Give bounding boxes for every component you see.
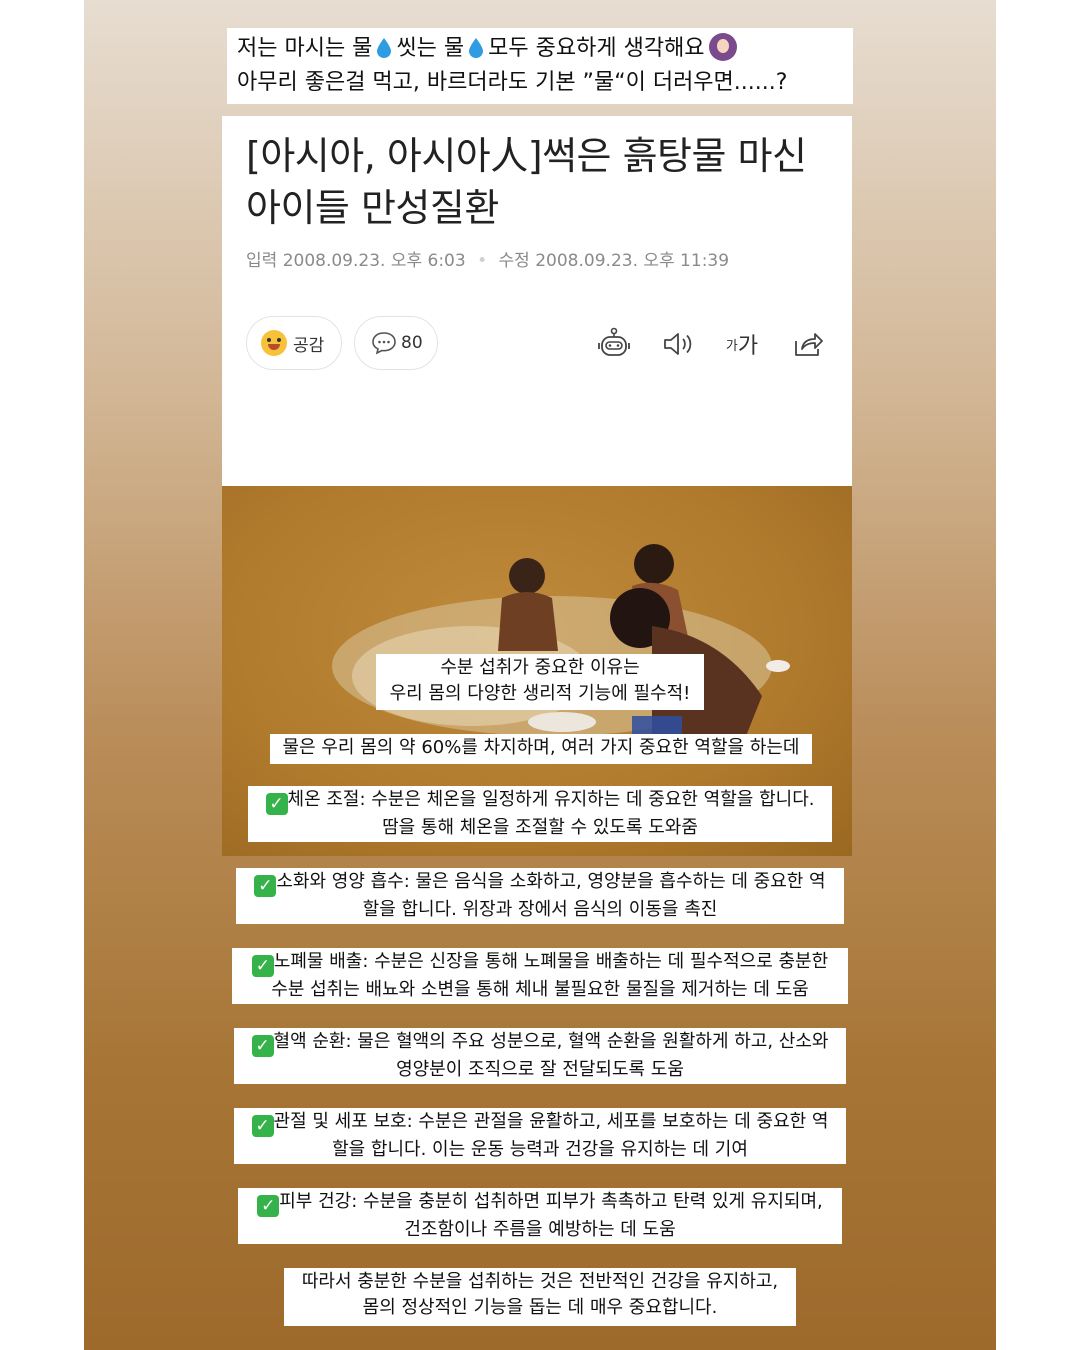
top-caption-line2: 아무리 좋은걸 먹고, 바르더라도 기본 ”물“이 더러우면......?	[237, 70, 788, 95]
caption-line: 땀을 통해 체온을 조절할 수 있도록 도와줌	[382, 817, 698, 838]
speaker-icon[interactable]	[658, 324, 698, 364]
check-mark-icon: ✓	[257, 1195, 280, 1217]
font-size-large-label: 가	[737, 334, 759, 359]
caption-text: 저는 마시는 물	[237, 36, 373, 61]
person-gesturing-icon	[708, 33, 737, 61]
benefit-caption: ✓ 노폐물 배출: 수분은 신장을 통해 노폐물을 배출하는 데 필수적으로 충분…	[232, 948, 848, 1004]
caption-text: 노폐물 배출: 수분은 신장을 통해 노폐물을 배출하는 데 필수적으로 충분한	[273, 951, 829, 972]
caption-text: 관절 및 세포 보호: 수분은 관절을 윤활하고, 세포를 보호하는 데 중요한…	[273, 1111, 829, 1132]
benefit-caption: ✓ 체온 조절: 수분은 체온을 일정하게 유지하는 데 중요한 역할을 합니다.…	[248, 786, 832, 842]
check-mark-icon: ✓	[251, 1115, 274, 1137]
caption-line: ✓ 소화와 영양 흡수: 물은 음식을 소화하고, 영양분을 흡수하는 데 중요한…	[244, 869, 836, 897]
edit-date: 2008.09.23. 오후 11:39	[535, 251, 730, 271]
caption-text: 모두 중요하게 생각해요	[488, 36, 705, 61]
input-date: 2008.09.23. 오후 6:03	[282, 251, 466, 271]
check-mark-icon: ✓	[254, 875, 277, 897]
conclusion-line: 따라서 충분한 수분을 섭취하는 것은 전반적인 건강을 유지하고,	[301, 1271, 779, 1292]
comment-icon	[372, 332, 396, 355]
benefit-caption: ✓ 피부 건강: 수분을 충분히 섭취하면 피부가 촉촉하고 탄력 있게 유지되며…	[238, 1188, 842, 1244]
caption-line: ✓ 피부 건강: 수분을 충분히 섭취하면 피부가 촉촉하고 탄력 있게 유지되며…	[246, 1189, 834, 1217]
caption-line: ✓ 체온 조절: 수분은 체온을 일정하게 유지하는 데 중요한 역할을 합니다.	[256, 787, 824, 815]
conclusion-caption: 따라서 충분한 수분을 섭취하는 것은 전반적인 건강을 유지하고, 몸의 정상…	[284, 1268, 796, 1326]
caption-line: 할을 합니다. 위장과 장에서 음식의 이동을 촉진	[362, 899, 718, 920]
caption-line: 영양분이 조직으로 잘 전달되도록 도움	[396, 1059, 684, 1080]
benefit-caption: ✓ 관절 및 세포 보호: 수분은 관절을 윤활하고, 세포를 보호하는 데 중요…	[234, 1108, 846, 1164]
article-meta: 입력 2008.09.23. 오후 6:03 • 수정 2008.09.23. …	[246, 246, 729, 271]
like-label: 공감	[293, 335, 325, 356]
edit-label: 수정	[498, 251, 530, 271]
caption-line: 수분 섭취가 중요한 이유는	[440, 657, 640, 678]
caption-text: 체온 조절: 수분은 체온을 일정하게 유지하는 데 중요한 역할을 합니다.	[287, 789, 815, 810]
font-size-small-label: 가	[725, 338, 738, 354]
check-mark-icon: ✓	[251, 955, 274, 977]
caption-line: 물은 우리 몸의 약 60%를 차지하며, 여러 가지 중요한 역할을 하는데	[282, 737, 800, 758]
photo-caption: 수분 섭취가 중요한 이유는우리 몸의 다양한 생리적 기능에 필수적!	[376, 654, 704, 710]
caption-line: ✓ 노폐물 배출: 수분은 신장을 통해 노폐물을 배출하는 데 필수적으로 충분…	[240, 949, 840, 977]
input-label: 입력	[246, 251, 278, 271]
water-drop-icon	[377, 38, 392, 58]
share-icon[interactable]	[788, 324, 828, 364]
check-mark-icon: ✓	[265, 793, 288, 815]
robot-icon[interactable]	[594, 324, 634, 364]
caption-line: ✓ 관절 및 세포 보호: 수분은 관절을 윤활하고, 세포를 보호하는 데 중요…	[242, 1109, 838, 1137]
caption-text: 혈액 순환: 물은 혈액의 주요 성분으로, 혈액 순환을 원활하게 하고, 산…	[273, 1031, 829, 1052]
comment-count: 80	[401, 333, 423, 353]
article-photo: 수분 섭취가 중요한 이유는우리 몸의 다양한 생리적 기능에 필수적! 물은 우…	[222, 486, 852, 856]
meta-separator: •	[477, 251, 488, 271]
article-title-line1: [아시아, 아시아人]썩은 흙탕물 마신	[246, 134, 807, 178]
caption-text: 소화와 영양 흡수: 물은 음식을 소화하고, 영양분을 흡수하는 데 중요한 …	[276, 871, 826, 892]
conclusion-line: 몸의 정상적인 기능을 돕는 데 매우 중요합니다.	[362, 1297, 718, 1318]
top-caption-line1: 저는 마시는 물 씻는 물 모두 중요하게 생각해요	[237, 32, 843, 66]
top-caption: 저는 마시는 물 씻는 물 모두 중요하게 생각해요 아무리 좋은걸 먹고, 바르더…	[227, 28, 853, 104]
benefit-caption: ✓ 혈액 순환: 물은 혈액의 주요 성분으로, 혈액 순환을 원활하게 하고, …	[234, 1028, 846, 1084]
check-mark-icon: ✓	[251, 1035, 274, 1057]
caption-line: 할을 합니다. 이는 운동 능력과 건강을 유지하는 데 기여	[332, 1139, 748, 1160]
comment-button[interactable]: 80	[354, 316, 438, 370]
news-article-card: [아시아, 아시아人]썩은 흙탕물 마신 아이들 만성질환 입력 2008.09…	[222, 116, 852, 486]
caption-line: 수분 섭취는 배뇨와 소변을 통해 체내 불필요한 물질을 제거하는 데 도움	[271, 979, 809, 1000]
article-title-line2: 아이들 만성질환	[246, 186, 499, 230]
caption-line: 건조함이나 주름을 예방하는 데 도움	[404, 1219, 676, 1240]
caption-line: 우리 몸의 다양한 생리적 기능에 필수적!	[389, 683, 691, 704]
caption-line: ✓ 혈액 순환: 물은 혈액의 주요 성분으로, 혈액 순환을 원활하게 하고, …	[242, 1029, 838, 1057]
story-background: 저는 마시는 물 씻는 물 모두 중요하게 생각해요 아무리 좋은걸 먹고, 바르더…	[84, 0, 996, 1350]
water-drop-icon	[469, 38, 484, 58]
caption-text: 피부 건강: 수분을 충분히 섭취하면 피부가 촉촉하고 탄력 있게 유지되며,	[279, 1191, 823, 1212]
photo-caption: 물은 우리 몸의 약 60%를 차지하며, 여러 가지 중요한 역할을 하는데	[270, 734, 812, 764]
benefit-caption: ✓ 소화와 영양 흡수: 물은 음식을 소화하고, 영양분을 흡수하는 데 중요한…	[236, 868, 844, 924]
caption-text: 씻는 물	[396, 36, 465, 61]
like-button[interactable]: 공감	[246, 316, 342, 370]
smiley-icon	[261, 330, 287, 356]
font-size-button[interactable]: 가가	[722, 324, 762, 364]
article-title: [아시아, 아시아人]썩은 흙탕물 마신 아이들 만성질환	[246, 130, 836, 234]
